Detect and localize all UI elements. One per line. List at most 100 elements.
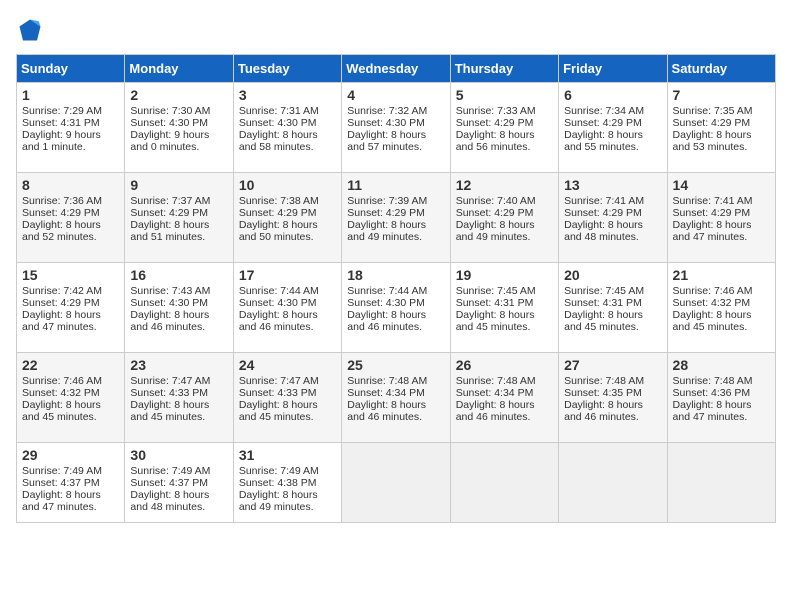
- day-number: 23: [130, 357, 227, 373]
- day-number: 7: [673, 87, 770, 103]
- day-info: Daylight: 8 hours: [347, 309, 444, 321]
- day-info: Sunset: 4:30 PM: [130, 297, 227, 309]
- day-number: 8: [22, 177, 119, 193]
- day-number: 10: [239, 177, 336, 193]
- day-info: Sunset: 4:30 PM: [347, 117, 444, 129]
- day-info: Sunset: 4:29 PM: [673, 207, 770, 219]
- calendar-cell: 16Sunrise: 7:43 AMSunset: 4:30 PMDayligh…: [125, 263, 233, 353]
- day-number: 6: [564, 87, 661, 103]
- day-info: Sunrise: 7:49 AM: [239, 465, 336, 477]
- day-info: Sunrise: 7:34 AM: [564, 105, 661, 117]
- day-number: 17: [239, 267, 336, 283]
- day-info: Sunset: 4:29 PM: [456, 117, 553, 129]
- day-info: Sunrise: 7:48 AM: [347, 375, 444, 387]
- day-info: Sunrise: 7:47 AM: [239, 375, 336, 387]
- day-info: Daylight: 9 hours: [22, 129, 119, 141]
- day-info: Sunrise: 7:42 AM: [22, 285, 119, 297]
- day-info: Daylight: 8 hours: [673, 309, 770, 321]
- day-info: and 46 minutes.: [239, 321, 336, 333]
- day-number: 18: [347, 267, 444, 283]
- day-info: Sunset: 4:29 PM: [239, 207, 336, 219]
- day-number: 29: [22, 447, 119, 463]
- calendar-cell: 8 Sunrise: 7:36 AMSunset: 4:29 PMDaylight…: [17, 173, 125, 263]
- day-info: Daylight: 8 hours: [456, 219, 553, 231]
- day-number: 1: [22, 87, 119, 103]
- day-info: Sunrise: 7:39 AM: [347, 195, 444, 207]
- day-info: Sunrise: 7:48 AM: [673, 375, 770, 387]
- day-number: 21: [673, 267, 770, 283]
- day-info: Daylight: 8 hours: [22, 489, 119, 501]
- day-info: and 57 minutes.: [347, 141, 444, 153]
- calendar-cell: 2Sunrise: 7:30 AMSunset: 4:30 PMDaylight…: [125, 83, 233, 173]
- day-info: Sunrise: 7:40 AM: [456, 195, 553, 207]
- day-info: and 50 minutes.: [239, 231, 336, 243]
- day-info: Sunrise: 7:43 AM: [130, 285, 227, 297]
- day-info: Sunrise: 7:38 AM: [239, 195, 336, 207]
- day-info: and 47 minutes.: [22, 501, 119, 513]
- day-info: Sunrise: 7:31 AM: [239, 105, 336, 117]
- day-number: 12: [456, 177, 553, 193]
- day-info: Daylight: 8 hours: [22, 219, 119, 231]
- day-number: 13: [564, 177, 661, 193]
- day-info: Sunrise: 7:36 AM: [22, 195, 119, 207]
- day-info: Daylight: 8 hours: [456, 399, 553, 411]
- calendar-cell: 21Sunrise: 7:46 AMSunset: 4:32 PMDayligh…: [667, 263, 775, 353]
- calendar-cell: 10Sunrise: 7:38 AMSunset: 4:29 PMDayligh…: [233, 173, 341, 263]
- day-number: 31: [239, 447, 336, 463]
- day-info: and 45 minutes.: [673, 321, 770, 333]
- day-info: Sunrise: 7:47 AM: [130, 375, 227, 387]
- calendar-cell: 15Sunrise: 7:42 AMSunset: 4:29 PMDayligh…: [17, 263, 125, 353]
- day-info: and 45 minutes.: [239, 411, 336, 423]
- calendar-cell: 7Sunrise: 7:35 AMSunset: 4:29 PMDaylight…: [667, 83, 775, 173]
- day-info: Sunrise: 7:48 AM: [456, 375, 553, 387]
- day-info: Sunrise: 7:46 AM: [673, 285, 770, 297]
- day-number: 4: [347, 87, 444, 103]
- day-info: Sunset: 4:30 PM: [239, 117, 336, 129]
- day-info: and 0 minutes.: [130, 141, 227, 153]
- day-info: Daylight: 8 hours: [130, 399, 227, 411]
- calendar-cell: 4Sunrise: 7:32 AMSunset: 4:30 PMDaylight…: [342, 83, 450, 173]
- day-info: Sunset: 4:31 PM: [564, 297, 661, 309]
- day-info: and 55 minutes.: [564, 141, 661, 153]
- day-number: 28: [673, 357, 770, 373]
- calendar-cell: 30Sunrise: 7:49 AMSunset: 4:37 PMDayligh…: [125, 443, 233, 523]
- calendar-cell: 18Sunrise: 7:44 AMSunset: 4:30 PMDayligh…: [342, 263, 450, 353]
- day-info: and 51 minutes.: [130, 231, 227, 243]
- day-number: 2: [130, 87, 227, 103]
- day-info: and 45 minutes.: [456, 321, 553, 333]
- day-info: Daylight: 8 hours: [347, 219, 444, 231]
- day-info: Sunset: 4:36 PM: [673, 387, 770, 399]
- logo: [16, 16, 48, 44]
- day-info: Daylight: 8 hours: [239, 129, 336, 141]
- day-info: Sunset: 4:29 PM: [673, 117, 770, 129]
- day-number: 30: [130, 447, 227, 463]
- day-number: 24: [239, 357, 336, 373]
- day-number: 5: [456, 87, 553, 103]
- day-info: and 58 minutes.: [239, 141, 336, 153]
- day-info: Sunrise: 7:45 AM: [564, 285, 661, 297]
- calendar-cell: 5Sunrise: 7:33 AMSunset: 4:29 PMDaylight…: [450, 83, 558, 173]
- day-number: 27: [564, 357, 661, 373]
- day-info: Sunset: 4:33 PM: [239, 387, 336, 399]
- day-info: Sunrise: 7:32 AM: [347, 105, 444, 117]
- day-info: and 46 minutes.: [347, 411, 444, 423]
- calendar-cell: 17Sunrise: 7:44 AMSunset: 4:30 PMDayligh…: [233, 263, 341, 353]
- calendar-cell: [450, 443, 558, 523]
- day-info: and 45 minutes.: [130, 411, 227, 423]
- day-info: Sunrise: 7:41 AM: [564, 195, 661, 207]
- day-info: Sunrise: 7:46 AM: [22, 375, 119, 387]
- day-info: Sunset: 4:29 PM: [347, 207, 444, 219]
- day-number: 20: [564, 267, 661, 283]
- day-info: Sunrise: 7:48 AM: [564, 375, 661, 387]
- weekday-header: Tuesday: [233, 55, 341, 83]
- day-info: Sunrise: 7:44 AM: [347, 285, 444, 297]
- day-number: 14: [673, 177, 770, 193]
- day-info: Sunset: 4:33 PM: [130, 387, 227, 399]
- day-info: Daylight: 8 hours: [456, 309, 553, 321]
- day-info: Sunset: 4:29 PM: [22, 207, 119, 219]
- calendar-table: SundayMondayTuesdayWednesdayThursdayFrid…: [16, 54, 776, 523]
- weekday-header: Thursday: [450, 55, 558, 83]
- day-info: and 53 minutes.: [673, 141, 770, 153]
- calendar-cell: 3Sunrise: 7:31 AMSunset: 4:30 PMDaylight…: [233, 83, 341, 173]
- calendar-cell: 6Sunrise: 7:34 AMSunset: 4:29 PMDaylight…: [559, 83, 667, 173]
